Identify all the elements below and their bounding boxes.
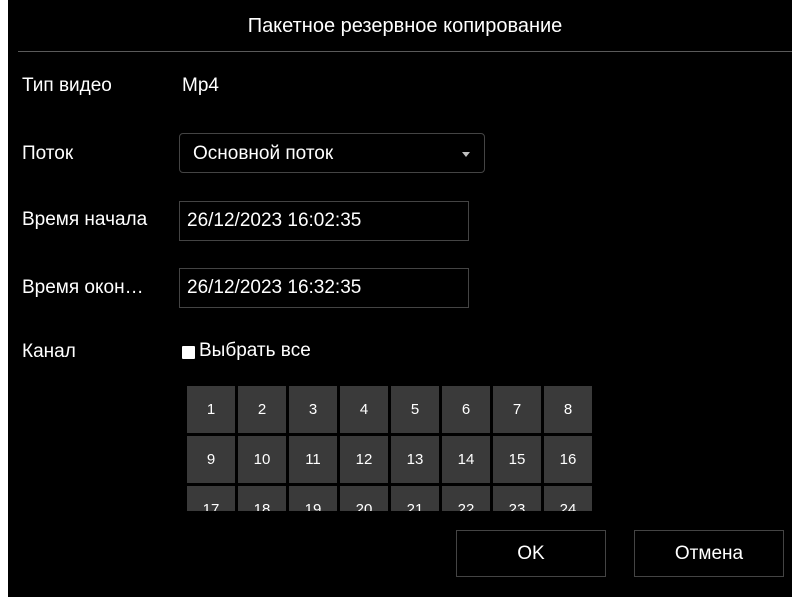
channel-grid-scroll[interactable]: 1 2 3 4 5 6 7 8 9 10 11 12 13 14 15 16 17 18 19 20 21 22 23 24 — [187, 386, 593, 511]
channel-cell[interactable]: 3 — [289, 386, 337, 433]
channel-cell[interactable]: 11 — [289, 436, 337, 483]
channel-cell[interactable]: 15 — [493, 436, 541, 483]
channel-cell[interactable]: 13 — [391, 436, 439, 483]
channel-cell[interactable]: 7 — [493, 386, 541, 433]
channel-cell[interactable]: 14 — [442, 436, 490, 483]
start-time-label: Время начала — [22, 209, 148, 230]
channel-cell[interactable]: 16 — [544, 436, 592, 483]
channel-cell[interactable]: 24 — [544, 486, 592, 511]
channel-cell[interactable]: 2 — [238, 386, 286, 433]
video-type-label: Тип видео — [22, 75, 112, 96]
stream-label: Поток — [22, 143, 74, 164]
channel-cell[interactable]: 20 — [340, 486, 388, 511]
end-time-label: Время окон… — [22, 277, 144, 298]
channel-cell[interactable]: 23 — [493, 486, 541, 511]
channel-cell[interactable]: 4 — [340, 386, 388, 433]
channel-cell[interactable]: 17 — [187, 486, 235, 511]
dropdown-arrow-icon — [462, 152, 470, 157]
channel-cell[interactable]: 9 — [187, 436, 235, 483]
channel-cell[interactable]: 21 — [391, 486, 439, 511]
video-type-value: Mp4 — [182, 75, 219, 96]
channel-cell[interactable]: 8 — [544, 386, 592, 433]
end-time-input[interactable] — [179, 268, 469, 308]
channel-cell[interactable]: 5 — [391, 386, 439, 433]
channel-grid: 1 2 3 4 5 6 7 8 9 10 11 12 13 14 15 16 17 18 19 20 21 22 23 24 — [187, 386, 593, 511]
channel-label: Канал — [22, 341, 76, 362]
channel-cell[interactable]: 10 — [238, 436, 286, 483]
dialog-title: Пакетное резервное копирование — [247, 15, 563, 37]
start-time-input[interactable] — [179, 201, 469, 241]
cancel-button[interactable]: Отмена — [634, 530, 784, 577]
channel-cell[interactable]: 1 — [187, 386, 235, 433]
title-divider — [18, 51, 792, 52]
channel-cell[interactable]: 18 — [238, 486, 286, 511]
channel-cell[interactable]: 22 — [442, 486, 490, 511]
stream-select[interactable]: Основной поток — [179, 133, 485, 173]
channel-cell[interactable]: 19 — [289, 486, 337, 511]
channel-cell[interactable]: 12 — [340, 436, 388, 483]
select-all-label: Выбрать все — [199, 340, 311, 361]
select-all-checkbox[interactable] — [182, 346, 195, 359]
batch-backup-dialog: Пакетное резервное копирование Тип видео… — [8, 0, 792, 597]
ok-button[interactable]: OK — [456, 530, 606, 577]
stream-selected-value: Основной поток — [193, 143, 334, 164]
channel-cell[interactable]: 6 — [442, 386, 490, 433]
